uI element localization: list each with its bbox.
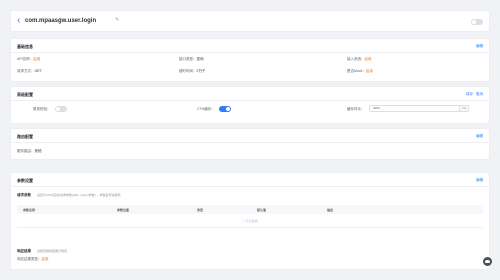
cache-duration-unit: ms: [459, 106, 468, 111]
service-route-value: 其他: [34, 149, 42, 153]
back-icon[interactable]: ‹: [17, 15, 20, 27]
column-header: 默认值: [257, 208, 267, 212]
request-method-field: 请求方式：GET: [17, 69, 42, 74]
response-type-label: 响应结果类型：: [17, 257, 42, 261]
response-type-field: 响应结果类型：启用: [17, 257, 49, 262]
access-system-label: 接入系统：: [347, 57, 365, 61]
basic-info-edit-link[interactable]: 编辑: [476, 44, 483, 49]
column-header: 参数名称: [23, 208, 36, 212]
advanced-title: 高级配置: [17, 92, 33, 97]
column-header: 类型: [197, 208, 204, 212]
request-method-value: GET: [34, 69, 42, 73]
route-title: 路由配置: [17, 134, 33, 139]
advanced-save-link[interactable]: 保存: [466, 92, 473, 97]
login-check-label: 登录校验：: [33, 107, 51, 111]
api-name-field: API名称：启用: [17, 57, 40, 62]
api-enable-toggle[interactable]: [471, 19, 483, 25]
api-detail-page: { "header": { "back_glyph": "‹", "title"…: [0, 0, 500, 280]
route-card: 路由配置 编辑 服务路由：其他: [10, 128, 490, 160]
advanced-divider: [11, 100, 489, 101]
column-header: 描述: [327, 208, 334, 212]
interface-type-value: 查询: [196, 57, 204, 61]
response-type-value: 启用: [41, 257, 49, 261]
basic-info-card: 基础信息 编辑 API名称：启用 接口类型：查询 接入系统：启用 请求方式：GE…: [10, 38, 490, 82]
request-params-title: 请求参数: [17, 193, 31, 197]
service-route-label: 服务路由：: [17, 149, 35, 153]
params-edit-link[interactable]: 编辑: [476, 178, 483, 183]
params-title: 参数设置: [17, 178, 33, 183]
cache-label: CTN缓存：: [197, 107, 215, 111]
route-edit-link[interactable]: 编辑: [476, 134, 483, 139]
edit-title-icon[interactable]: ✎: [115, 17, 119, 23]
api-name-label: API名称：: [17, 57, 34, 61]
empty-text: ☐ 暂无数据: [242, 219, 258, 223]
response-hint: 请按定制的结果示例值: [37, 249, 68, 253]
request-params-hint: 设置与API对应的请求参数(URL, Query参数) ，参数名称请依照: [37, 193, 121, 197]
chat-assistant-button[interactable]: [483, 257, 492, 266]
interface-type-label: 接口类型：: [179, 57, 197, 61]
params-table-empty: ☐ 暂无数据: [17, 214, 483, 228]
cache-toggle[interactable]: [219, 106, 231, 112]
params-table-header: 参数名称 参数位置 类型 默认值 描述: [17, 205, 483, 214]
mock-field: 是否Mock：启用: [347, 69, 373, 74]
params-card: 参数设置 编辑 请求参数 设置与API对应的请求参数(URL, Query参数)…: [10, 172, 490, 270]
advanced-card: 高级配置 保存 取消 登录校验： CTN缓存： 缓存时长： 3000 ms: [10, 86, 490, 124]
response-title: 响应结果: [17, 249, 31, 253]
column-header: 参数位置: [117, 208, 130, 212]
header-card: ‹ com.mpaasgw.user.login ✎: [10, 10, 490, 32]
route-divider: [11, 142, 489, 143]
page-title: com.mpaasgw.user.login: [25, 18, 97, 24]
access-system-value: 启用: [364, 57, 372, 61]
login-check-toggle[interactable]: [55, 106, 67, 112]
cache-duration-value: 3000: [373, 106, 380, 110]
mock-label: 是否Mock：: [347, 69, 366, 73]
timeout-value: 2万千: [196, 69, 206, 73]
access-system-field: 接入系统：启用: [347, 57, 372, 62]
cache-duration-input[interactable]: 3000 ms: [369, 105, 469, 112]
basic-info-title: 基础信息: [17, 44, 33, 49]
timeout-field: 超时时间：2万千: [179, 69, 205, 74]
api-name-value: 启用: [33, 57, 41, 61]
service-route-field: 服务路由：其他: [17, 149, 42, 154]
basic-info-divider: [11, 52, 489, 53]
interface-type-field: 接口类型：查询: [179, 57, 204, 62]
request-method-label: 请求方式：: [17, 69, 35, 73]
mock-value: 启用: [365, 69, 373, 73]
advanced-cancel-link[interactable]: 取消: [476, 92, 483, 97]
cache-duration-label: 缓存时长：: [347, 107, 365, 111]
params-divider: [11, 186, 489, 187]
timeout-label: 超时时间：: [179, 69, 197, 73]
